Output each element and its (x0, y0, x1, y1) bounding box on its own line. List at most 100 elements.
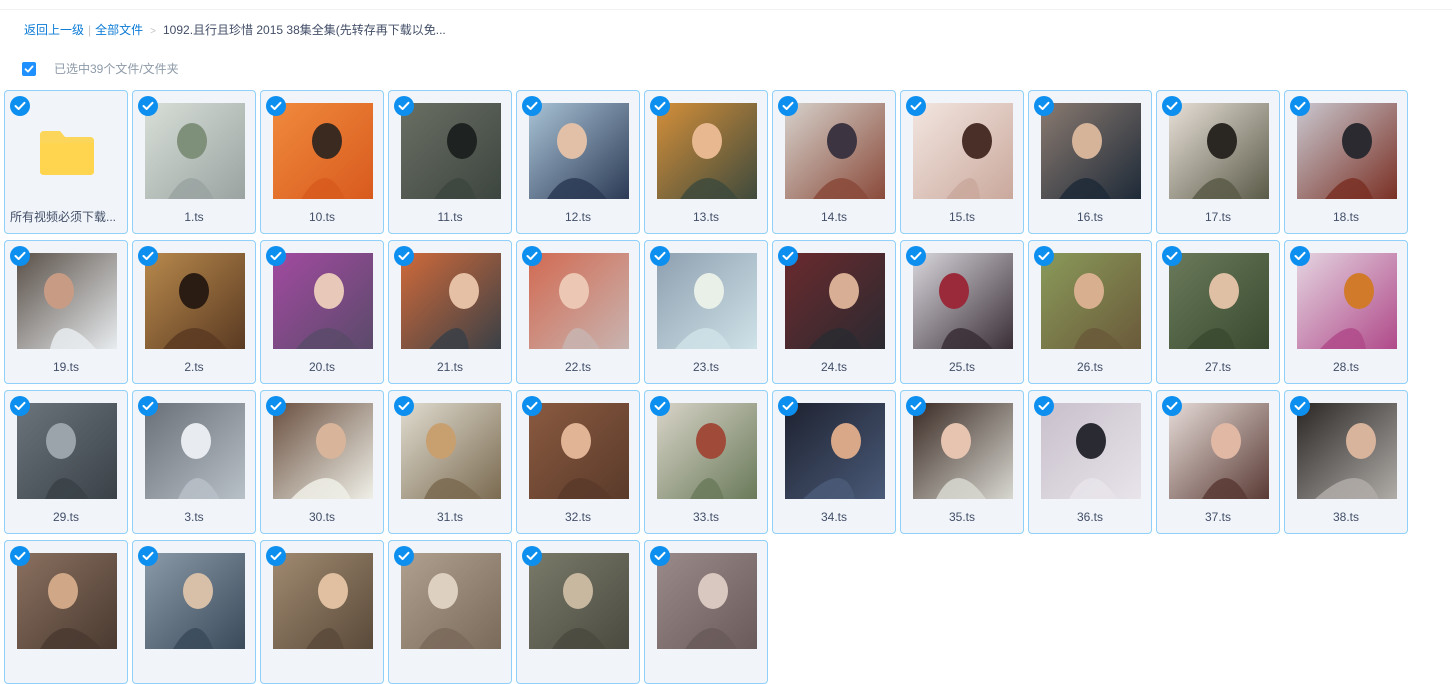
file-tile[interactable]: 22.ts (516, 240, 640, 384)
selected-check-icon[interactable] (1162, 396, 1182, 416)
file-tile[interactable] (4, 540, 128, 684)
file-tile[interactable]: 38.ts (1284, 390, 1408, 534)
file-tile[interactable]: 23.ts (644, 240, 768, 384)
file-tile[interactable] (516, 540, 640, 684)
selected-check-icon[interactable] (650, 246, 670, 266)
file-tile[interactable]: 3.ts (132, 390, 256, 534)
file-tile[interactable]: 36.ts (1028, 390, 1152, 534)
file-tile[interactable]: 14.ts (772, 90, 896, 234)
file-tile[interactable]: 21.ts (388, 240, 512, 384)
video-thumbnail (273, 103, 373, 199)
file-tile[interactable]: 34.ts (772, 390, 896, 534)
back-link[interactable]: 返回上一级 (24, 23, 84, 37)
selected-check-icon[interactable] (1290, 396, 1310, 416)
video-thumbnail (17, 253, 117, 349)
file-tile[interactable]: 28.ts (1284, 240, 1408, 384)
file-tile[interactable]: 37.ts (1156, 390, 1280, 534)
selected-check-icon[interactable] (10, 246, 30, 266)
selected-check-icon[interactable] (1290, 246, 1310, 266)
file-tile[interactable]: 27.ts (1156, 240, 1280, 384)
file-tile[interactable]: 16.ts (1028, 90, 1152, 234)
file-tile[interactable]: 10.ts (260, 90, 384, 234)
select-all-checkbox[interactable] (22, 62, 36, 76)
file-tile[interactable]: 32.ts (516, 390, 640, 534)
selected-check-icon[interactable] (10, 96, 30, 116)
selected-check-icon[interactable] (394, 396, 414, 416)
selected-check-icon[interactable] (1290, 96, 1310, 116)
file-tile[interactable]: 25.ts (900, 240, 1024, 384)
selected-check-icon[interactable] (1162, 246, 1182, 266)
video-thumbnail (785, 103, 885, 199)
file-tile[interactable]: 20.ts (260, 240, 384, 384)
selected-check-icon[interactable] (522, 396, 542, 416)
selected-check-icon[interactable] (778, 246, 798, 266)
video-thumbnail (1297, 253, 1397, 349)
selected-check-icon[interactable] (650, 396, 670, 416)
file-tile[interactable] (132, 540, 256, 684)
selected-check-icon[interactable] (522, 96, 542, 116)
selected-check-icon[interactable] (522, 246, 542, 266)
selected-check-icon[interactable] (394, 546, 414, 566)
selected-check-icon[interactable] (1034, 396, 1054, 416)
file-name: 33.ts (692, 510, 719, 524)
selected-check-icon[interactable] (906, 246, 926, 266)
video-thumbnail (1041, 253, 1141, 349)
selected-check-icon[interactable] (1034, 246, 1054, 266)
selected-check-icon[interactable] (10, 396, 30, 416)
selected-check-icon[interactable] (778, 396, 798, 416)
file-tile[interactable]: 12.ts (516, 90, 640, 234)
file-tile[interactable]: 17.ts (1156, 90, 1280, 234)
file-tile[interactable]: 33.ts (644, 390, 768, 534)
file-tile[interactable]: 29.ts (4, 390, 128, 534)
selected-check-icon[interactable] (650, 96, 670, 116)
file-tile[interactable]: 11.ts (388, 90, 512, 234)
selected-check-icon[interactable] (1034, 96, 1054, 116)
selected-check-icon[interactable] (266, 396, 286, 416)
selected-check-icon[interactable] (266, 546, 286, 566)
file-tile[interactable] (644, 540, 768, 684)
file-tile[interactable]: 1.ts (132, 90, 256, 234)
file-name: 20.ts (308, 360, 335, 374)
all-files-link[interactable]: 全部文件 (95, 23, 143, 37)
file-tile[interactable]: 13.ts (644, 90, 768, 234)
selected-check-icon[interactable] (394, 96, 414, 116)
file-tile[interactable] (260, 540, 384, 684)
folder-tile[interactable]: 所有视频必须下载... (4, 90, 128, 234)
file-tile[interactable] (388, 540, 512, 684)
selected-check-icon[interactable] (1162, 96, 1182, 116)
selected-check-icon[interactable] (394, 246, 414, 266)
video-thumbnail (1297, 103, 1397, 199)
file-tile[interactable]: 24.ts (772, 240, 896, 384)
selected-check-icon[interactable] (906, 396, 926, 416)
video-thumbnail (273, 553, 373, 649)
video-thumbnail (913, 103, 1013, 199)
selected-check-icon[interactable] (650, 546, 670, 566)
file-tile[interactable]: 26.ts (1028, 240, 1152, 384)
selected-check-icon[interactable] (138, 396, 158, 416)
file-tile[interactable]: 30.ts (260, 390, 384, 534)
video-thumbnail (401, 403, 501, 499)
file-name: 10.ts (308, 210, 335, 224)
video-thumbnail (529, 553, 629, 649)
file-name: 36.ts (1076, 510, 1103, 524)
folder-icon (38, 129, 96, 177)
selected-check-icon[interactable] (522, 546, 542, 566)
file-tile[interactable]: 31.ts (388, 390, 512, 534)
file-tile[interactable]: 2.ts (132, 240, 256, 384)
selected-check-icon[interactable] (266, 246, 286, 266)
file-name: 16.ts (1076, 210, 1103, 224)
selected-check-icon[interactable] (10, 546, 30, 566)
selected-check-icon[interactable] (266, 96, 286, 116)
file-tile[interactable]: 18.ts (1284, 90, 1408, 234)
video-thumbnail (1169, 403, 1269, 499)
file-tile[interactable]: 19.ts (4, 240, 128, 384)
selected-check-icon[interactable] (138, 546, 158, 566)
file-tile[interactable]: 35.ts (900, 390, 1024, 534)
selected-check-icon[interactable] (778, 96, 798, 116)
selected-check-icon[interactable] (906, 96, 926, 116)
selected-check-icon[interactable] (138, 246, 158, 266)
selected-check-icon[interactable] (138, 96, 158, 116)
file-name: 29.ts (52, 510, 79, 524)
file-tile[interactable]: 15.ts (900, 90, 1024, 234)
file-name: 27.ts (1204, 360, 1231, 374)
